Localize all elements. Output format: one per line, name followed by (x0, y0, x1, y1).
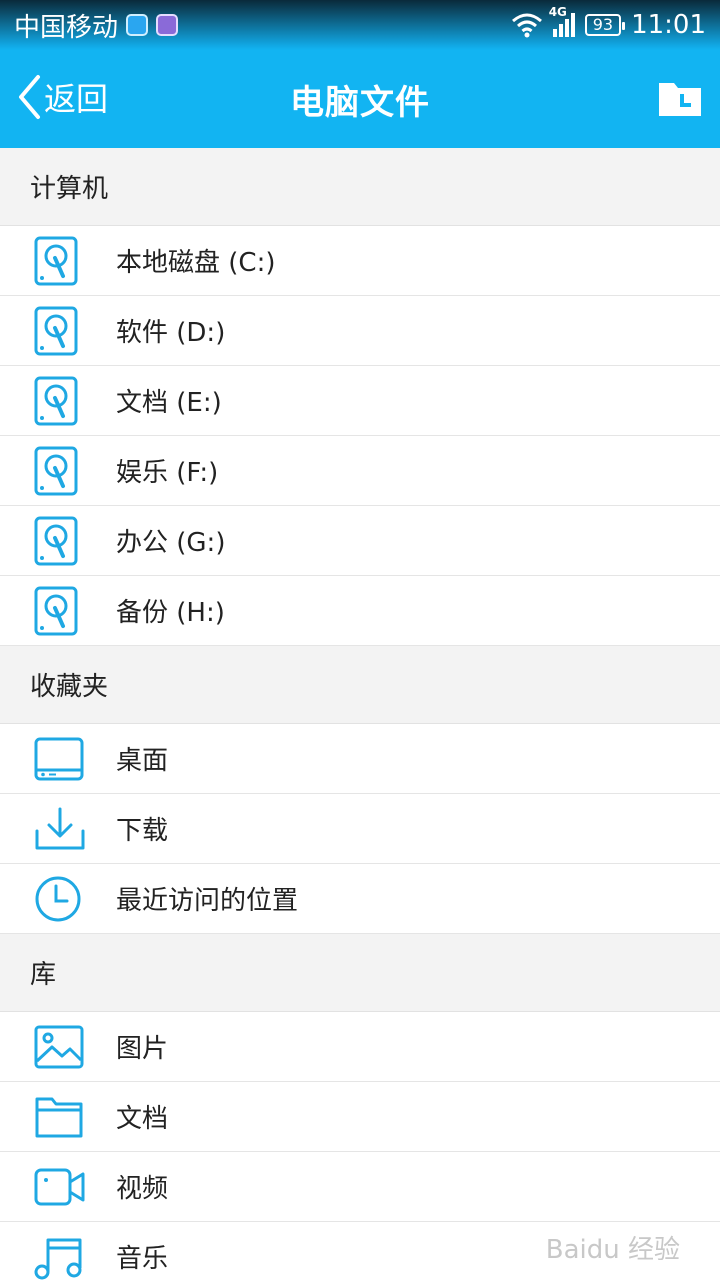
folder-options-button[interactable] (656, 74, 704, 122)
list-item-download[interactable]: 下载 (0, 794, 720, 864)
list-item-drive-e[interactable]: 文档 (E:) (0, 366, 720, 436)
page-title: 电脑文件 (290, 83, 430, 123)
carrier-name: 中国移动 (14, 12, 119, 43)
list-item-drive-d[interactable]: 软件 (D:) (0, 296, 720, 366)
clock-icon (35, 876, 81, 921)
list-item-label: 软件 (D:) (116, 318, 226, 348)
section-header-favorites: 收藏夹 (0, 646, 720, 724)
hard-disk-icon (34, 376, 78, 425)
watermark: Baidu 经验 (545, 1235, 680, 1265)
list-item-drive-g[interactable]: 办公 (G:) (0, 506, 720, 576)
list-item-label: 桌面 (116, 746, 169, 776)
download-icon (35, 807, 85, 849)
list-item-documents[interactable]: 文档 (0, 1082, 720, 1152)
list-item-label: 音乐 (116, 1244, 169, 1274)
message-notification-icon (126, 14, 149, 36)
list-item-label: 文档 (E:) (116, 388, 222, 418)
hard-disk-icon (34, 586, 78, 635)
title-bar: 返回 电脑文件 (0, 50, 720, 148)
list-item-label: 娱乐 (F:) (116, 458, 219, 488)
video-icon (34, 1168, 85, 1205)
folder-icon (35, 1097, 83, 1137)
list-item-drive-h[interactable]: 备份 (H:) (0, 576, 720, 646)
battery-level: 93 (584, 14, 626, 36)
list-item-label: 办公 (G:) (116, 528, 226, 558)
folder-clock-icon (659, 83, 701, 116)
wifi-icon (511, 13, 542, 38)
gallery-notification-icon (156, 14, 179, 36)
section-header-library: 库 (0, 934, 720, 1012)
picture-icon (34, 1025, 84, 1068)
list-item-label: 最近访问的位置 (116, 886, 299, 916)
list-item-pictures[interactable]: 图片 (0, 1012, 720, 1082)
list-item-label: 备份 (H:) (116, 598, 225, 628)
list-item-label: 下载 (116, 816, 169, 846)
hard-disk-icon (34, 306, 78, 355)
list-item-label: 图片 (116, 1034, 169, 1064)
hard-disk-icon (34, 446, 78, 495)
list-item-label: 视频 (116, 1174, 169, 1204)
network-type: 4G (548, 5, 567, 19)
list-item-recent[interactable]: 最近访问的位置 (0, 864, 720, 934)
file-list: 计算机 本地磁盘 (C:) 软件 (D:) 文档 (E:) 娱乐 (F:) 办公… (0, 148, 720, 1280)
status-bar: 中国移动 4G 93 11:01 (0, 0, 720, 50)
hard-disk-icon (34, 236, 78, 285)
list-item-desktop[interactable]: 桌面 (0, 724, 720, 794)
list-item-videos[interactable]: 视频 (0, 1152, 720, 1222)
cell-signal-icon: 4G (549, 5, 575, 37)
hard-disk-icon (34, 516, 78, 565)
list-item-label: 本地磁盘 (C:) (116, 248, 276, 278)
section-header-computer: 计算机 (0, 148, 720, 226)
clock-time: 11:01 (631, 10, 706, 40)
list-item-drive-c[interactable]: 本地磁盘 (C:) (0, 226, 720, 296)
list-item-drive-f[interactable]: 娱乐 (F:) (0, 436, 720, 506)
list-item-label: 文档 (116, 1104, 169, 1134)
desktop-icon (34, 737, 84, 780)
music-icon (34, 1238, 82, 1279)
